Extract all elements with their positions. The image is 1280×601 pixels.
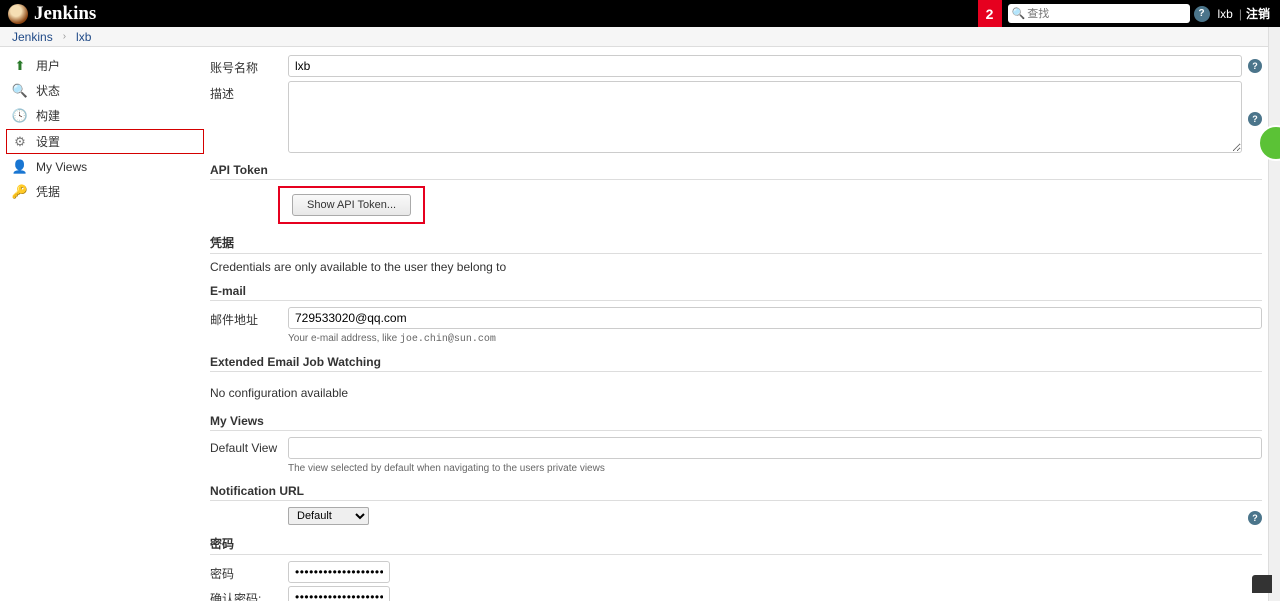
jenkins-logo[interactable]: Jenkins bbox=[8, 3, 96, 25]
main-content: 账号名称 ? 描述 ? API Token Show API Token... … bbox=[210, 47, 1280, 601]
sidebar-item-configure[interactable]: ⚙ 设置 bbox=[6, 129, 204, 154]
app-title: Jenkins bbox=[34, 3, 96, 25]
sidebar-item-builds[interactable]: 🕓 构建 bbox=[0, 103, 210, 128]
logout-link[interactable]: 注销 bbox=[1246, 5, 1270, 22]
sidebar-item-status[interactable]: 🔍 状态 bbox=[0, 78, 210, 103]
my-views-heading: My Views bbox=[210, 414, 1262, 431]
email-heading: E-mail bbox=[210, 284, 1262, 301]
sidebar-item-users[interactable]: ⬆ 用户 bbox=[0, 53, 210, 78]
sidebar: ⬆ 用户 🔍 状态 🕓 构建 ⚙ 设置 👤 My Views 🔑 凭据 bbox=[0, 47, 210, 601]
top-header: Jenkins 2 🔍 ? lxb | 注销 bbox=[0, 0, 1280, 27]
help-icon[interactable]: ? bbox=[1194, 6, 1210, 22]
search-box[interactable]: 🔍 bbox=[1008, 4, 1190, 23]
help-icon[interactable]: ? bbox=[1248, 511, 1262, 525]
default-view-input[interactable] bbox=[288, 437, 1262, 459]
sidebar-item-label: 构建 bbox=[36, 107, 60, 124]
credentials-note: Credentials are only available to the us… bbox=[210, 260, 1262, 274]
password-input[interactable] bbox=[288, 561, 390, 583]
person-icon: 👤 bbox=[12, 159, 28, 175]
default-view-label: Default View bbox=[210, 437, 288, 455]
sidebar-item-label: My Views bbox=[36, 160, 87, 174]
breadcrumb: Jenkins › lxb bbox=[0, 27, 1280, 47]
description-label: 描述 bbox=[210, 81, 288, 102]
account-name-label: 账号名称 bbox=[210, 55, 288, 76]
key-icon: 🔑 bbox=[12, 184, 28, 200]
corner-widget[interactable] bbox=[1252, 575, 1272, 593]
magnifier-icon: 🔍 bbox=[12, 83, 28, 99]
breadcrumb-root[interactable]: Jenkins bbox=[12, 30, 53, 44]
breadcrumb-user[interactable]: lxb bbox=[76, 30, 91, 44]
extended-email-text: No configuration available bbox=[210, 386, 1262, 400]
api-token-heading: API Token bbox=[210, 163, 1262, 180]
user-icon: ⬆ bbox=[12, 58, 28, 74]
email-address-input[interactable] bbox=[288, 307, 1262, 329]
sidebar-item-myviews[interactable]: 👤 My Views bbox=[0, 155, 210, 179]
scrollbar[interactable] bbox=[1268, 27, 1280, 601]
chevron-right-icon: › bbox=[63, 31, 66, 42]
sidebar-item-label: 用户 bbox=[36, 57, 60, 74]
notification-url-heading: Notification URL bbox=[210, 484, 1262, 501]
sidebar-item-credentials[interactable]: 🔑 凭据 bbox=[0, 179, 210, 204]
password-label: 密码 bbox=[210, 561, 288, 582]
description-textarea[interactable] bbox=[288, 81, 1242, 153]
help-icon[interactable]: ? bbox=[1248, 59, 1262, 73]
email-address-label: 邮件地址 bbox=[210, 307, 288, 328]
help-icon[interactable]: ? bbox=[1248, 112, 1262, 126]
search-icon: 🔍 bbox=[1012, 7, 1026, 20]
current-user-link[interactable]: lxb bbox=[1218, 7, 1233, 21]
gear-icon: ⚙ bbox=[12, 134, 28, 150]
notification-badge[interactable]: 2 bbox=[978, 0, 1002, 27]
account-name-input[interactable] bbox=[288, 55, 1242, 77]
clock-icon: 🕓 bbox=[12, 108, 28, 124]
confirm-password-label: 确认密码: bbox=[210, 586, 288, 601]
extended-email-heading: Extended Email Job Watching bbox=[210, 355, 1262, 372]
show-api-token-button[interactable]: Show API Token... bbox=[292, 194, 411, 216]
password-heading: 密码 bbox=[210, 535, 1262, 555]
sidebar-item-label: 设置 bbox=[36, 133, 60, 150]
default-view-hint: The view selected by default when naviga… bbox=[288, 463, 1262, 474]
jenkins-icon bbox=[8, 4, 28, 24]
sidebar-item-label: 状态 bbox=[36, 82, 60, 99]
email-hint: Your e-mail address, like joe.chin@sun.c… bbox=[288, 333, 1262, 345]
sidebar-item-label: 凭据 bbox=[36, 183, 60, 200]
confirm-password-input[interactable] bbox=[288, 586, 390, 601]
search-input[interactable] bbox=[1027, 8, 1185, 20]
notification-url-select[interactable]: Default bbox=[288, 507, 369, 525]
api-token-highlight: Show API Token... bbox=[278, 186, 425, 224]
separator: | bbox=[1239, 7, 1242, 21]
credentials-heading: 凭据 bbox=[210, 234, 1262, 254]
